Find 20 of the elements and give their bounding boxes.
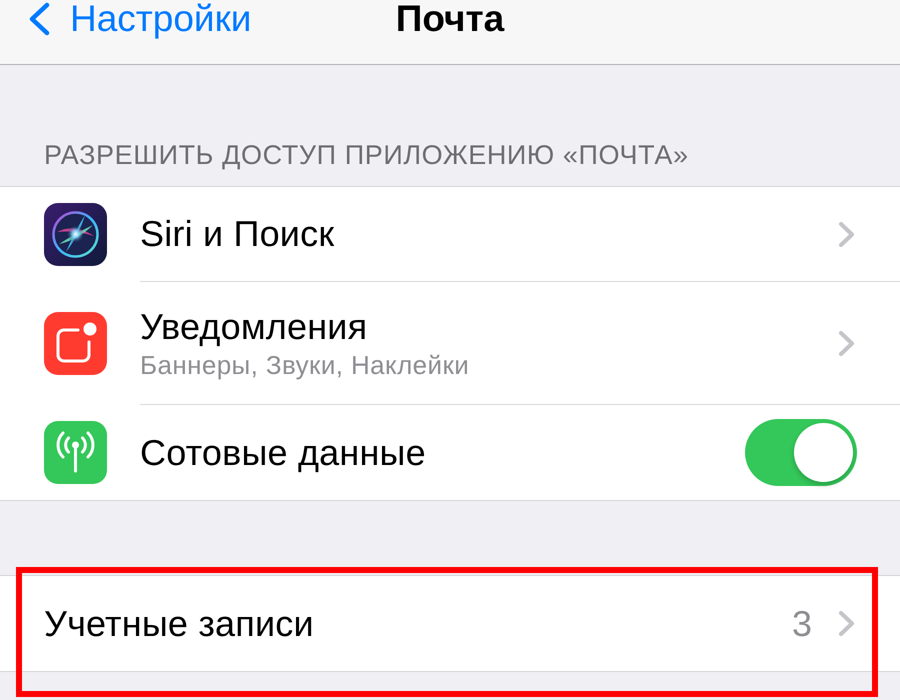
chevron-right-icon xyxy=(838,330,855,356)
chevron-left-icon xyxy=(28,2,50,36)
antenna-icon xyxy=(44,421,107,484)
row-title: Учетные записи xyxy=(44,602,315,644)
settings-row[interactable]: Сотовые данные xyxy=(0,405,900,500)
notification-icon xyxy=(44,312,107,375)
nav-title: Почта xyxy=(396,0,504,38)
row-subtitle: Баннеры, Звуки, Наклейки xyxy=(140,350,470,380)
section-header: РАЗРЕШИТЬ ДОСТУП ПРИЛОЖЕНИЮ «ПОЧТА» xyxy=(44,140,689,170)
settings-row[interactable]: Siri и Поиск xyxy=(0,187,900,282)
row-title: Siri и Поиск xyxy=(140,213,336,255)
back-button[interactable]: Настройки xyxy=(0,0,252,38)
settings-row[interactable]: Уведомления Баннеры, Звуки, Наклейки xyxy=(0,282,900,405)
row-value: 3 xyxy=(792,602,812,644)
row-title: Сотовые данные xyxy=(140,432,427,474)
orb-app-icon xyxy=(44,203,107,266)
row-title: Уведомления xyxy=(140,306,368,348)
chevron-right-icon xyxy=(838,610,855,637)
settings-row[interactable]: Учетные записи 3 xyxy=(0,576,900,671)
chevron-right-icon xyxy=(838,220,855,248)
